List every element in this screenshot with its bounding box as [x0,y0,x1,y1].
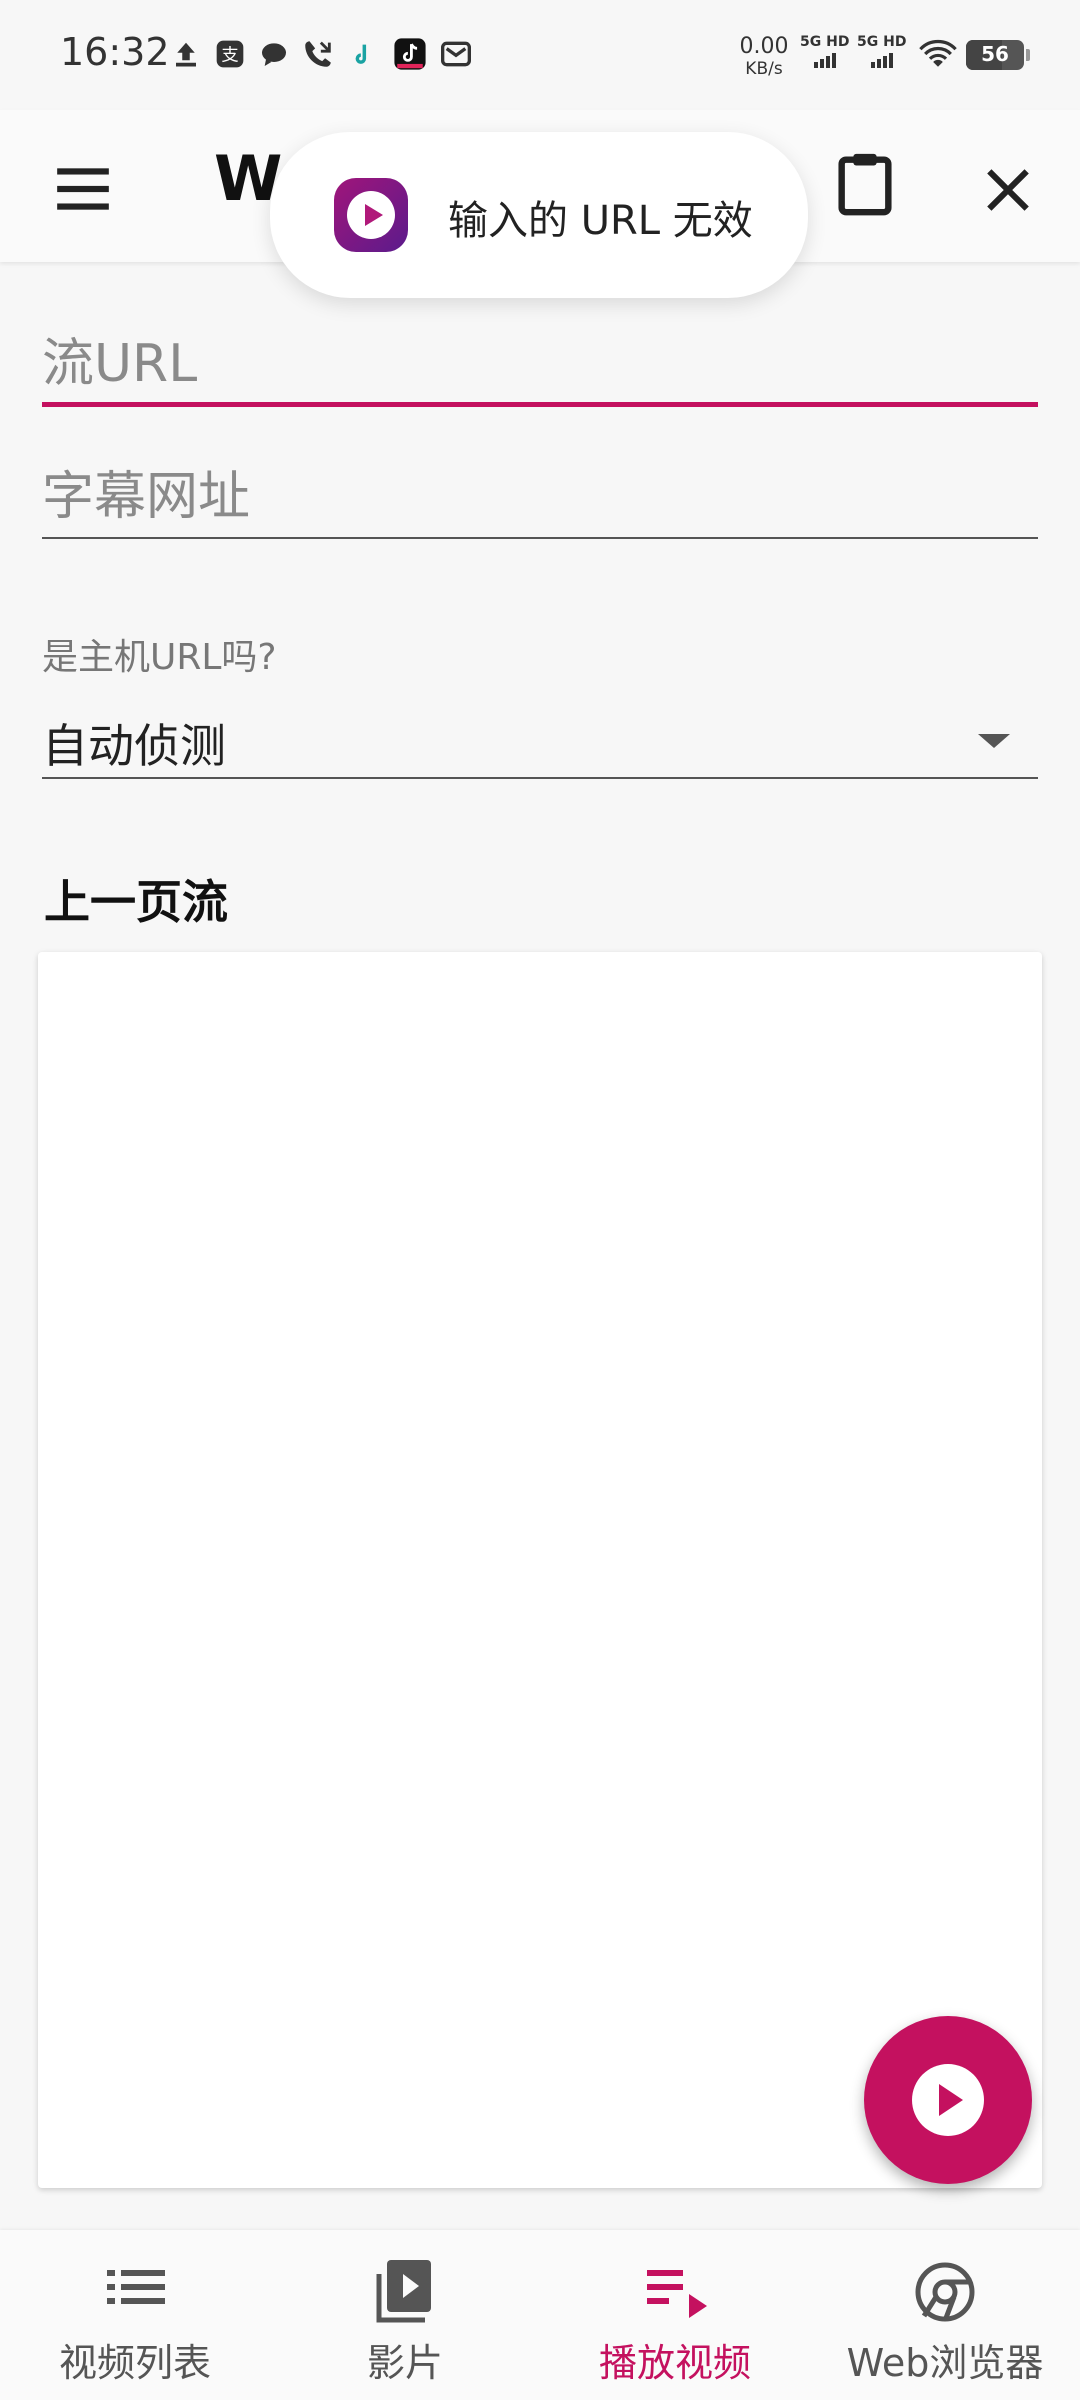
nav-label: 视频列表 [58,2341,211,2385]
paste-button[interactable] [820,138,910,228]
stream-url-input[interactable] [42,325,1038,403]
battery-icon: 56 [966,40,1030,70]
nav-label: 影片 [366,2341,443,2385]
nav-movies[interactable]: 影片 [270,2230,540,2400]
network-speed-unit: KB/s [745,59,783,79]
app-notification-icon [344,36,380,72]
tiktok-icon [392,36,428,72]
sim1-signal: 5G HD [800,34,849,74]
message-icon [256,36,292,72]
playlist-play-icon [625,2256,725,2326]
mail-icon [438,36,474,72]
missed-call-icon [300,36,336,72]
previous-streams-list[interactable] [38,952,1042,2188]
battery-level: 56 [981,42,1009,66]
dropdown-arrow-icon [978,734,1010,748]
chrome-icon [895,2256,995,2326]
status-bar: 16:32 支 0.00 KB/s 5G HD 5G HD 56 [0,0,1080,110]
nav-label: Web浏览器 [846,2341,1044,2385]
bottom-navigation: 视频列表 影片 播放视频 Web浏览器 [0,2230,1080,2400]
nav-label: 播放视频 [598,2341,751,2385]
list-icon [85,2256,185,2326]
upload-icon [168,36,204,72]
clipboard-icon [838,153,892,216]
wifi-icon [916,36,960,72]
sim2-label: 5G HD [857,34,907,50]
host-url-dropdown[interactable]: 自动侦测 [42,704,1038,780]
host-url-label: 是主机URL吗? [42,637,277,678]
video-library-icon [355,2256,455,2326]
network-speed: 0.00 KB/s [738,36,790,80]
alipay-icon: 支 [212,36,248,72]
close-icon [987,169,1029,211]
nav-video-list[interactable]: 视频列表 [0,2230,270,2400]
menu-button[interactable] [44,150,126,232]
stream-url-underline [42,402,1038,407]
signal-bars-icon [814,53,836,68]
toast: 输入的 URL 无效 [270,132,808,298]
app-logo-icon [334,178,408,252]
nav-play-video[interactable]: 播放视频 [540,2230,810,2400]
play-circle-icon [912,2064,984,2136]
play-button[interactable] [864,2016,1032,2184]
svg-text:支: 支 [221,46,238,66]
sim2-signal: 5G HD [857,34,906,74]
nav-web-browser[interactable]: Web浏览器 [810,2230,1080,2400]
signal-bars-icon [871,53,893,68]
network-speed-value: 0.00 [739,34,789,59]
sim1-label: 5G HD [800,34,850,50]
close-button[interactable] [964,146,1052,234]
menu-icon [57,168,109,210]
host-url-selected-value: 自动侦测 [42,719,226,773]
previous-streams-heading: 上一页流 [44,875,228,929]
subtitle-url-underline [42,537,1038,539]
status-time: 16:32 [60,30,170,74]
toast-message: 输入的 URL 无效 [448,198,753,244]
host-url-underline [42,777,1038,779]
subtitle-url-input[interactable] [42,458,1038,536]
